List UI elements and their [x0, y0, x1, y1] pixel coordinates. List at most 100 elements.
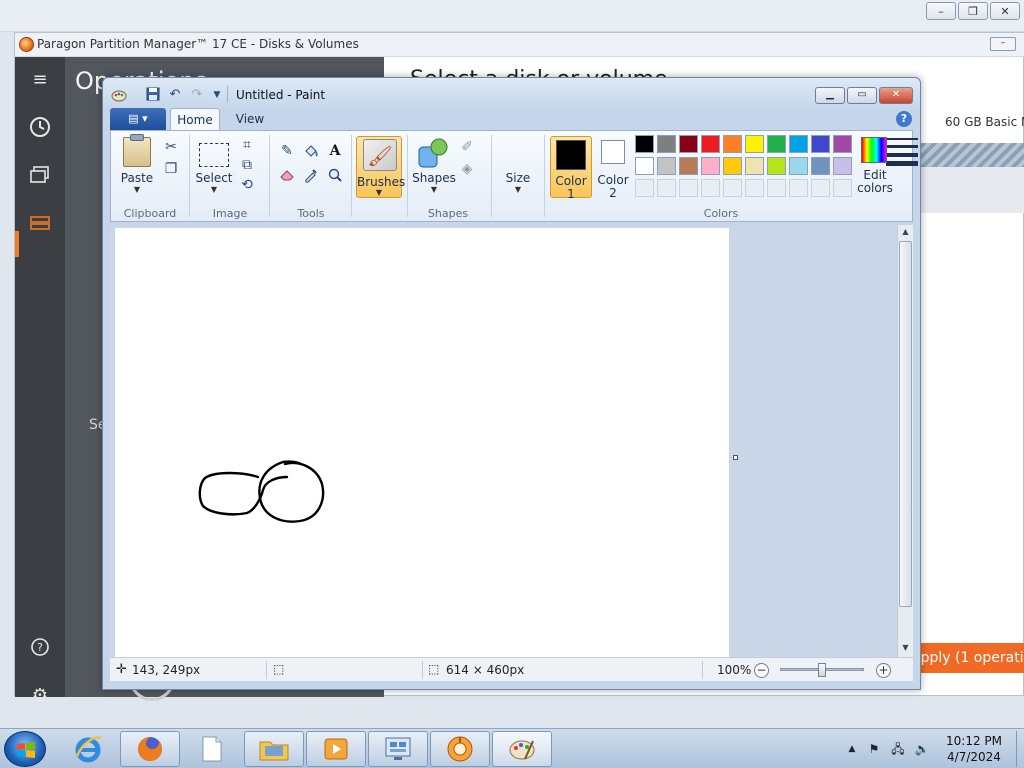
drawing-canvas[interactable] [115, 228, 729, 658]
palette-swatch[interactable] [679, 135, 698, 153]
paragon-window-title: Paragon Partition Manager™ 17 CE - Disks… [37, 37, 359, 51]
taskbar-media-player-button[interactable] [306, 731, 366, 767]
help-icon[interactable]: ? [896, 111, 912, 127]
paint-file-menu-button[interactable]: ▤ ▾ [110, 108, 166, 130]
scroll-up-icon[interactable]: ▲ [898, 225, 913, 239]
palette-swatch[interactable] [723, 135, 742, 153]
show-desktop-button[interactable] [1016, 731, 1024, 767]
outer-restore-button[interactable]: ❐ [958, 2, 988, 20]
palette-swatch[interactable] [701, 135, 720, 153]
outline-icon[interactable]: ✐ [457, 137, 477, 157]
clock-time[interactable]: 10:12 PM [936, 734, 1012, 748]
outer-minimize-button[interactable]: – [926, 2, 956, 20]
fill-bucket-icon[interactable] [301, 141, 321, 161]
select-button[interactable]: Select ▼ [191, 131, 237, 201]
palette-swatch[interactable] [657, 157, 676, 175]
palette-swatch[interactable] [811, 135, 830, 153]
control-panel-icon [385, 737, 411, 760]
customize-toolbar-icon[interactable]: ▼ [209, 87, 225, 103]
pencil-icon[interactable]: ✎ [277, 141, 297, 161]
cut-icon[interactable]: ✂ [161, 137, 181, 157]
undo-icon[interactable]: ↶ [167, 87, 183, 103]
taskbar-control-panel-button[interactable] [368, 731, 428, 767]
size-button[interactable]: Size ▼ [495, 131, 918, 201]
palette-swatch[interactable] [833, 135, 852, 153]
disk-row[interactable] [921, 167, 1024, 213]
action-center-flag-icon[interactable]: ⚑ [866, 741, 882, 757]
volume-muted-icon[interactable]: 🔈 [914, 741, 930, 757]
palette-swatch[interactable] [635, 157, 654, 175]
palette-swatch[interactable] [811, 157, 830, 175]
palette-swatch[interactable] [745, 135, 764, 153]
paint-app-icon[interactable] [111, 87, 127, 103]
paint-window: ↶ ↷ ▼ Untitled - Paint ▁ ▭ ✕ ▤ ▾ Home Vi… [102, 77, 921, 690]
taskbar-ie-button[interactable] [58, 731, 118, 767]
crop-icon[interactable]: ⌗ [237, 135, 257, 155]
paint-close-button[interactable]: ✕ [879, 87, 913, 104]
taskbar-paint-button[interactable] [492, 731, 552, 767]
hamburger-menu-icon[interactable]: ≡ [28, 67, 52, 91]
resize-icon[interactable]: ⧉ [237, 155, 257, 175]
taskbar-notepad-button[interactable] [182, 731, 242, 767]
disk-volume-bar[interactable] [921, 143, 1024, 167]
rotate-icon[interactable]: ⟲ [237, 175, 257, 195]
zoom-level-text: 100% [717, 663, 752, 677]
outer-close-button[interactable]: ✕ [990, 2, 1020, 20]
color2-swatch [601, 140, 625, 164]
scrollbar-thumb[interactable] [899, 241, 912, 607]
zoom-out-button[interactable]: − [754, 663, 769, 678]
palette-empty-slot [745, 179, 764, 197]
clock-date[interactable]: 4/7/2024 [936, 750, 1012, 764]
palette-swatch[interactable] [767, 135, 786, 153]
text-tool-icon[interactable]: A [325, 141, 345, 161]
palette-swatch[interactable] [723, 157, 742, 175]
palette-swatch[interactable] [635, 135, 654, 153]
magnifier-icon[interactable] [325, 165, 345, 185]
taskbar-paragon-button[interactable] [430, 731, 490, 767]
palette-swatch[interactable] [833, 157, 852, 175]
eraser-icon[interactable] [277, 165, 297, 185]
help-circle-icon[interactable]: ? [28, 635, 52, 659]
zoom-slider-thumb[interactable] [818, 663, 826, 677]
palette-swatch[interactable] [657, 135, 676, 153]
paragon-minimize-button[interactable]: – [990, 37, 1016, 51]
palette-swatch[interactable] [767, 157, 786, 175]
edit-colors-button[interactable]: Edit colors [855, 131, 905, 201]
fill-icon[interactable]: ◈ [457, 159, 477, 179]
tab-home[interactable]: Home [170, 108, 220, 130]
zoom-in-button[interactable]: + [876, 663, 891, 678]
canvas-resize-handle[interactable] [733, 455, 738, 460]
save-icon[interactable] [145, 87, 161, 103]
copy-icon[interactable]: ❐ [161, 159, 181, 179]
edit-colors-icon [861, 137, 887, 163]
palette-swatch[interactable] [701, 157, 720, 175]
vertical-scrollbar[interactable]: ▲ ▼ [897, 225, 913, 657]
backup-screens-icon[interactable] [28, 163, 52, 187]
shapes-button[interactable]: Shapes ▼ [409, 131, 459, 201]
color-picker-icon[interactable] [301, 165, 321, 185]
palette-empty-slot [833, 179, 852, 197]
apply-operations-button[interactable]: Apply (1 operation) [919, 643, 1024, 673]
palette-swatch[interactable] [745, 157, 764, 175]
redo-icon[interactable]: ↷ [189, 87, 205, 103]
paragon-app-icon [447, 736, 473, 762]
settings-gear-icon[interactable]: ⚙ [28, 683, 52, 707]
network-icon[interactable]: 🖧 [890, 741, 906, 757]
color1-button[interactable]: Color 1 [550, 136, 592, 201]
history-clock-icon[interactable] [28, 115, 52, 139]
paint-minimize-button[interactable]: ▁ [815, 87, 845, 104]
disks-volumes-icon[interactable] [28, 211, 52, 235]
color2-button[interactable]: Color 2 [593, 136, 633, 200]
palette-swatch[interactable] [679, 157, 698, 175]
scroll-down-icon[interactable]: ▼ [898, 641, 913, 655]
taskbar-firefox-button[interactable] [120, 731, 180, 767]
paint-maximize-button[interactable]: ▭ [847, 87, 877, 104]
start-button[interactable] [4, 731, 46, 767]
show-hidden-icons-icon[interactable]: ▲ [844, 741, 860, 757]
disk-label[interactable]: 60 GB Basic MBR [945, 115, 1024, 129]
tab-view[interactable]: View [230, 108, 270, 130]
taskbar-explorer-button[interactable] [244, 731, 304, 767]
palette-swatch[interactable] [789, 135, 808, 153]
brushes-button[interactable]: 🖌 Brushes ▼ [356, 136, 405, 198]
palette-swatch[interactable] [789, 157, 808, 175]
